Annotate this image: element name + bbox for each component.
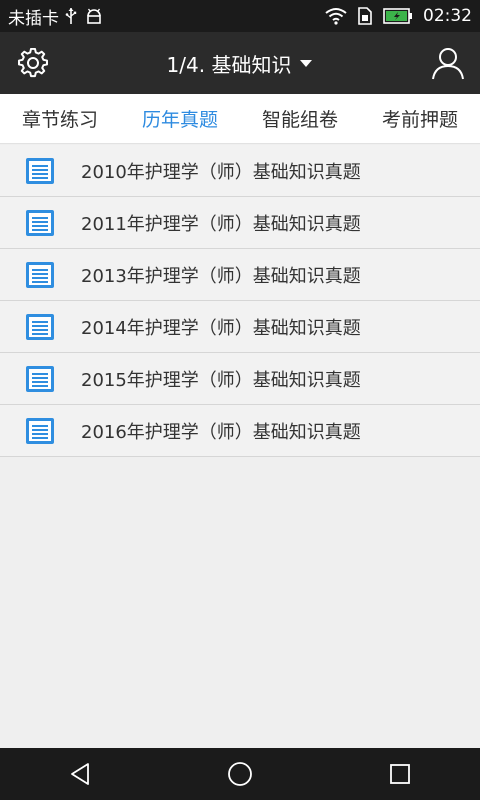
tab-chapter-practice[interactable]: 章节练习 bbox=[18, 105, 102, 132]
status-bar-right: 02:32 bbox=[325, 6, 472, 26]
back-button[interactable] bbox=[60, 754, 100, 794]
system-nav-bar bbox=[0, 748, 480, 800]
recents-button[interactable] bbox=[380, 754, 420, 794]
back-triangle-icon bbox=[71, 763, 89, 785]
list-item[interactable]: 2014年护理学（师）基础知识真题 bbox=[0, 301, 480, 353]
list-item-label: 2016年护理学（师）基础知识真题 bbox=[81, 421, 361, 443]
exam-list: 2010年护理学（师）基础知识真题 2011年护理学（师）基础知识真题 2013… bbox=[0, 145, 480, 457]
title-wrap: 1/4. 基础知识 bbox=[0, 32, 480, 94]
list-item-label: 2011年护理学（师）基础知识真题 bbox=[81, 213, 361, 235]
usb-icon bbox=[65, 7, 77, 25]
document-icon bbox=[25, 365, 55, 393]
wifi-icon bbox=[325, 7, 347, 25]
document-icon bbox=[25, 313, 55, 341]
list-item-label: 2014年护理学（师）基础知识真题 bbox=[81, 317, 361, 339]
recents-square-icon bbox=[390, 764, 410, 784]
subject-selector[interactable]: 1/4. 基础知识 bbox=[167, 49, 314, 78]
status-bar-left: 未插卡 bbox=[8, 4, 111, 29]
app-header: 1/4. 基础知识 bbox=[0, 32, 480, 94]
tab-predicted-questions[interactable]: 考前押题 bbox=[378, 105, 462, 132]
user-profile-icon bbox=[432, 48, 464, 80]
document-icon bbox=[25, 261, 55, 289]
list-item[interactable]: 2013年护理学（师）基础知识真题 bbox=[0, 249, 480, 301]
list-item-label: 2010年护理学（师）基础知识真题 bbox=[81, 161, 361, 183]
tab-smart-paper[interactable]: 智能组卷 bbox=[258, 105, 342, 132]
list-item[interactable]: 2015年护理学（师）基础知识真题 bbox=[0, 353, 480, 405]
caret-down-icon bbox=[299, 59, 313, 68]
settings-button[interactable] bbox=[16, 46, 50, 80]
settings-gear-icon bbox=[18, 48, 48, 78]
tab-past-exams[interactable]: 历年真题 bbox=[138, 105, 222, 132]
clock: 02:32 bbox=[423, 6, 472, 26]
status-bar: 未插卡 02:32 bbox=[0, 0, 480, 32]
home-button[interactable] bbox=[220, 754, 260, 794]
document-icon bbox=[25, 417, 55, 445]
home-circle-icon bbox=[228, 762, 252, 786]
battery-charging-icon bbox=[383, 8, 413, 24]
list-item[interactable]: 2016年护理学（师）基础知识真题 bbox=[0, 405, 480, 457]
android-debug-icon bbox=[85, 7, 103, 25]
sim-icon bbox=[357, 7, 373, 25]
page-title: 1/4. 基础知识 bbox=[166, 52, 292, 77]
user-profile-button[interactable] bbox=[430, 44, 466, 82]
list-item-label: 2015年护理学（师）基础知识真题 bbox=[81, 369, 361, 391]
list-item[interactable]: 2010年护理学（师）基础知识真题 bbox=[0, 145, 480, 197]
document-icon bbox=[25, 157, 55, 185]
list-item-label: 2013年护理学（师）基础知识真题 bbox=[81, 265, 361, 287]
document-icon bbox=[25, 209, 55, 237]
tab-bar: 章节练习 历年真题 智能组卷 考前押题 bbox=[0, 94, 480, 144]
carrier-label: 未插卡 bbox=[8, 8, 59, 29]
list-item[interactable]: 2011年护理学（师）基础知识真题 bbox=[0, 197, 480, 249]
